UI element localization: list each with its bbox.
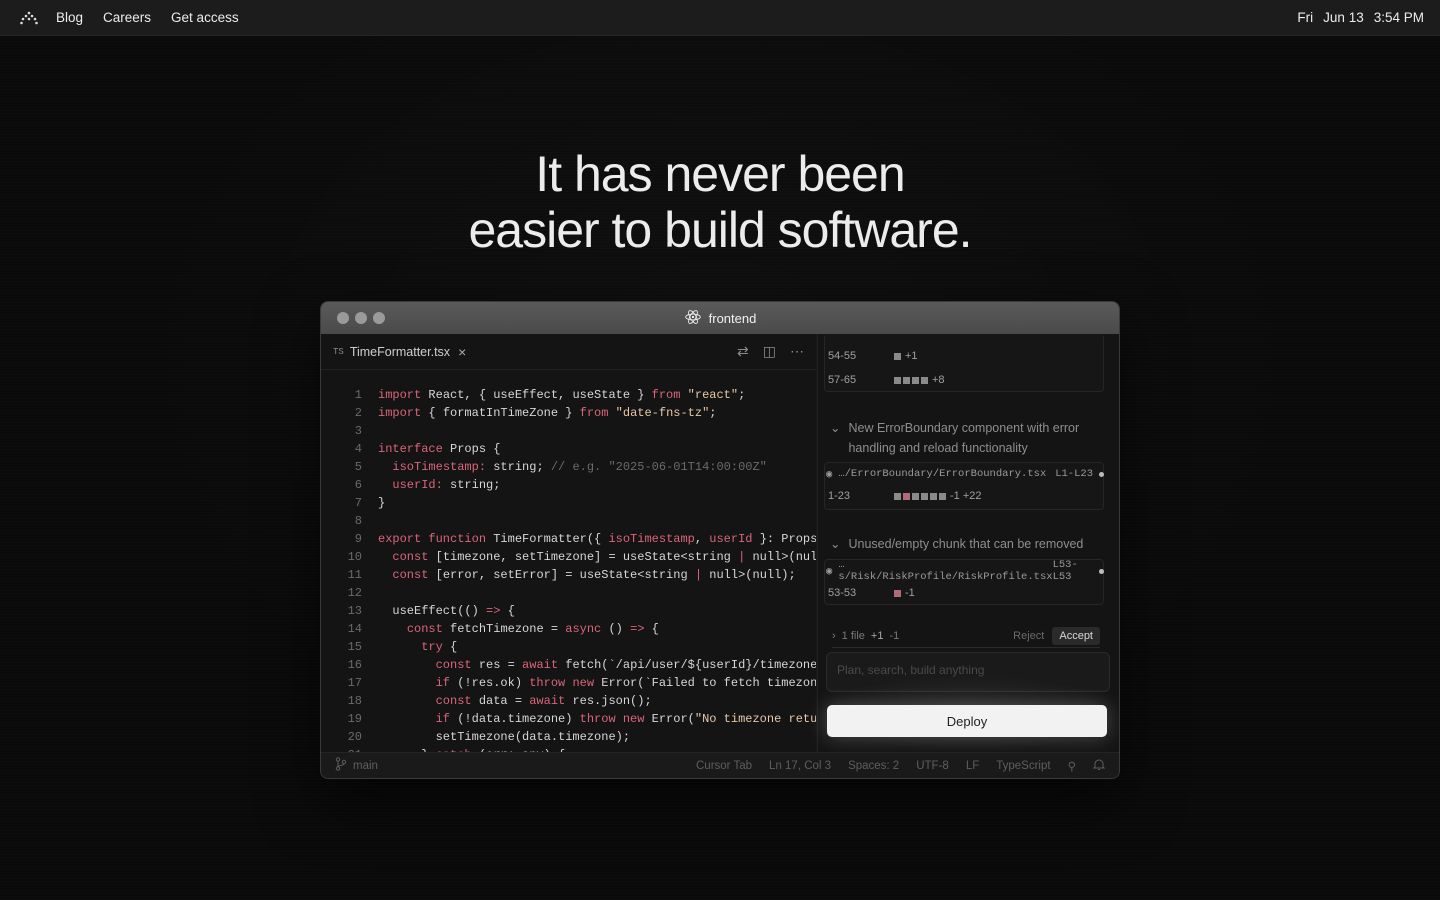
- close-tab-icon[interactable]: ×: [458, 344, 466, 360]
- code-line: 9 export function TimeFormatter({ isoTime…: [354, 532, 816, 546]
- nav-get-access[interactable]: Get access: [171, 10, 239, 25]
- status-encoding[interactable]: UTF-8: [916, 760, 949, 772]
- typescript-icon: TS: [333, 346, 344, 357]
- nav-careers[interactable]: Careers: [103, 10, 151, 25]
- branch-indicator[interactable]: main: [335, 757, 378, 774]
- file-row[interactable]: ◉ …/ErrorBoundary/ErrorBoundary.tsx L1-L…: [826, 463, 1104, 485]
- window-title: frontend: [708, 310, 757, 326]
- status-line-ending[interactable]: LF: [966, 760, 979, 772]
- code-line: 16 const res = await fetch(`/api/user/${…: [347, 658, 816, 672]
- status-cursor-tab[interactable]: Cursor Tab: [696, 760, 752, 772]
- code-line: 20 setTimezone(data.timezone);: [347, 730, 631, 744]
- git-branch-icon: [335, 757, 347, 774]
- editor-window: frontend TS TimeFormatter.tsx × ⇄ ◫ ⋯ 1i…: [320, 301, 1120, 779]
- code-area[interactable]: 1 import React, { useEffect, useState } f…: [321, 386, 816, 752]
- code-line: 7}: [354, 496, 386, 510]
- status-dot-icon: [1099, 471, 1104, 477]
- tab-filename[interactable]: TimeFormatter.tsx: [350, 345, 450, 359]
- status-bar: main Cursor Tab Ln 17, Col 3 Spaces: 2 U…: [321, 752, 1119, 778]
- chunk-row[interactable]: 53-53 -1: [826, 581, 1104, 605]
- code-line: 15 try {: [347, 640, 458, 654]
- hero-heading: It has never been easier to build softwa…: [0, 146, 1440, 258]
- accept-button[interactable]: Accept: [1052, 626, 1100, 645]
- status-indentation[interactable]: Spaces: 2: [848, 760, 899, 772]
- maximize-window-button[interactable]: [373, 312, 385, 324]
- window-controls: [337, 312, 385, 324]
- chunk-row[interactable]: 57-65 +8: [826, 368, 1104, 392]
- hero-line-1: It has never been: [535, 146, 905, 202]
- code-line: 10 const [timezone, setTimezone] = useSt…: [347, 550, 816, 564]
- react-icon: [684, 309, 702, 328]
- code-line: 14 const fetchTimezone = async () => {: [347, 622, 659, 636]
- chevron-down-icon[interactable]: ⌄: [830, 534, 840, 554]
- hero-line-2: easier to build software.: [468, 202, 972, 258]
- feedback-icon[interactable]: ⚲: [1068, 759, 1076, 773]
- agent-review-panel: 54-55 +1 57-65 +8 ⌄ New ErrorBoundary co…: [817, 334, 1119, 752]
- chunk-row[interactable]: 1-23 -1 +22: [826, 484, 1104, 508]
- window-titlebar: frontend: [321, 302, 1119, 334]
- code-line: 3: [354, 424, 362, 438]
- status-cursor-position[interactable]: Ln 17, Col 3: [769, 760, 831, 772]
- file-icon: ◉: [826, 468, 833, 481]
- code-line: 18 const data = await res.json();: [347, 694, 652, 708]
- code-editor[interactable]: TS TimeFormatter.tsx × ⇄ ◫ ⋯ 1 import Rea…: [321, 334, 816, 752]
- chevron-right-icon[interactable]: ›: [832, 630, 836, 642]
- split-editor-icon[interactable]: ◫: [763, 343, 776, 360]
- chunk-row[interactable]: 54-55 +1: [826, 344, 1104, 368]
- code-line: 6 userId: string;: [354, 478, 501, 492]
- clock-time: 3:54 PM: [1373, 10, 1424, 25]
- bell-icon[interactable]: [1092, 758, 1106, 774]
- issue-title-2[interactable]: ⌄ Unused/empty chunk that can be removed: [830, 534, 1100, 554]
- menu-bar: Blog Careers Get access Fri Jun 13 3:54 …: [0, 0, 1440, 36]
- code-line: 4 interface Props {: [354, 442, 501, 456]
- reject-button[interactable]: Reject: [1013, 630, 1044, 642]
- code-line: 1 import React, { useEffect, useState } f…: [354, 388, 746, 402]
- nav-blog[interactable]: Blog: [56, 10, 83, 25]
- chevron-down-icon[interactable]: ⌄: [830, 418, 840, 458]
- deploy-button[interactable]: Deploy: [827, 705, 1107, 737]
- code-line: 12: [347, 586, 362, 600]
- minimize-window-button[interactable]: [355, 312, 367, 324]
- changes-summary: › 1 file +1 -1 Reject Accept: [832, 624, 1100, 648]
- code-line: 5 isoTimestamp: string; // e.g. "2025-06…: [354, 460, 767, 474]
- code-line: 17 if (!res.ok) throw new Error(`Failed …: [347, 676, 816, 690]
- clock: Fri Jun 13 3:54 PM: [1297, 10, 1424, 25]
- status-language[interactable]: TypeScript: [996, 760, 1050, 772]
- editor-tab-bar: TS TimeFormatter.tsx × ⇄ ◫ ⋯: [321, 334, 816, 370]
- more-actions-icon[interactable]: ⋯: [790, 343, 804, 360]
- clock-date: Jun 13: [1323, 10, 1364, 25]
- code-line: 11 const [error, setError] = useState<st…: [347, 568, 796, 582]
- code-line: 19 if (!data.timezone) throw new Error("…: [347, 712, 816, 726]
- close-window-button[interactable]: [337, 312, 349, 324]
- issue-title-1[interactable]: ⌄ New ErrorBoundary component with error…: [830, 418, 1100, 458]
- clock-day: Fri: [1297, 10, 1314, 25]
- file-row[interactable]: ◉ …s/Risk/RiskProfile/RiskProfile.tsx L5…: [826, 559, 1104, 583]
- code-line: 2 import { formatInTimeZone } from "date-…: [354, 406, 717, 420]
- file-icon: ◉: [826, 565, 833, 578]
- logo-icon[interactable]: [20, 8, 40, 28]
- code-line: 13 useEffect(() => {: [347, 604, 515, 618]
- code-line: 8: [354, 514, 362, 528]
- status-dot-icon: [1099, 568, 1104, 574]
- source-control-icon[interactable]: ⇄: [737, 343, 749, 360]
